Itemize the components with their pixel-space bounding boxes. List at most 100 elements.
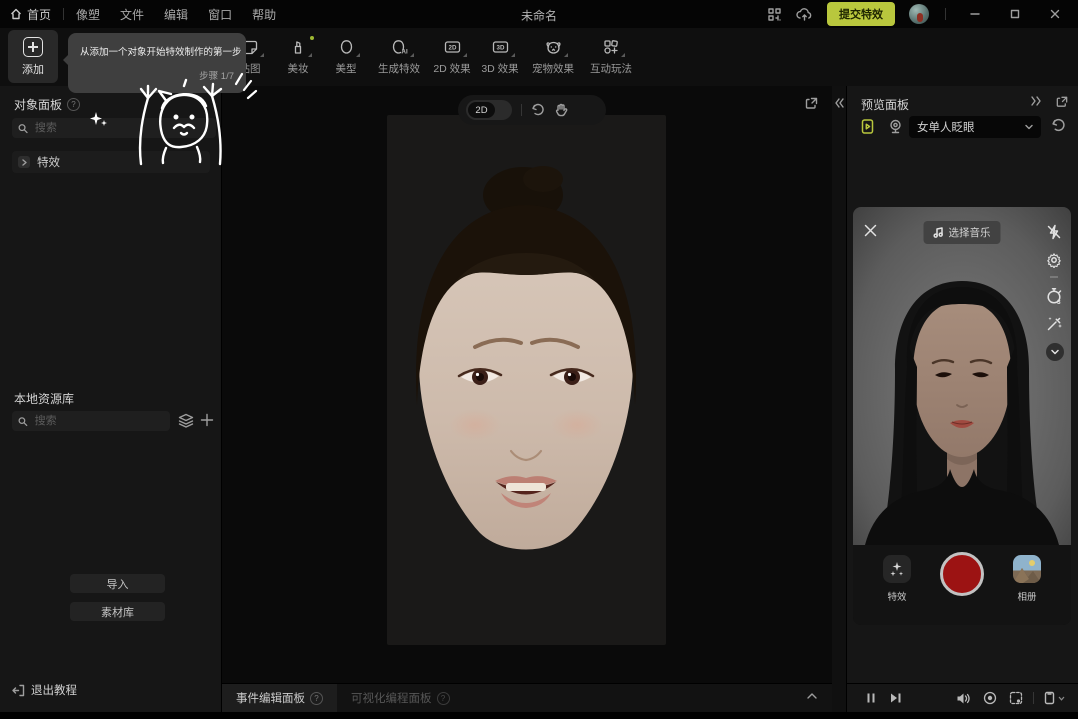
popout-icon[interactable] bbox=[1055, 95, 1069, 109]
effect-item-label: 特效 bbox=[37, 154, 60, 170]
tutorial-tooltip: 从添加一个对象开始特效制作的第一步 步骤 1/7 bbox=[68, 33, 246, 93]
object-search[interactable] bbox=[12, 118, 216, 138]
mode-toggle[interactable]: 2D bbox=[466, 100, 512, 120]
video-source-icon[interactable] bbox=[859, 118, 876, 135]
home-icon bbox=[10, 8, 22, 20]
qr-grid-icon[interactable] bbox=[767, 7, 782, 22]
menu-item[interactable]: 文件 bbox=[120, 6, 144, 23]
preview-collapse-strip[interactable] bbox=[832, 86, 846, 712]
ai-generate-icon: AI bbox=[391, 39, 408, 55]
close-button[interactable] bbox=[1042, 0, 1068, 28]
settings-gear-icon[interactable] bbox=[1046, 252, 1062, 268]
close-icon[interactable] bbox=[863, 223, 878, 238]
face-model bbox=[387, 115, 666, 645]
camera-source-icon[interactable] bbox=[887, 118, 904, 135]
tab-event-editor[interactable]: 事件编辑面板 bbox=[222, 684, 337, 712]
editor-workspace: 2D 事件编辑面板 可视化编程面板 bbox=[222, 86, 832, 712]
menu-item[interactable]: 窗口 bbox=[208, 6, 232, 23]
add-plus-icon[interactable] bbox=[200, 413, 214, 427]
select-music-button[interactable]: 选择音乐 bbox=[924, 221, 1001, 244]
preview-panel-header: 预览面板 bbox=[861, 96, 909, 113]
toolbar-item-makeup[interactable]: 美妆 bbox=[274, 32, 322, 76]
camera-feed bbox=[853, 207, 1071, 545]
object-panel-header: 对象面板 bbox=[14, 96, 80, 113]
object-tree-item-effect[interactable]: 特效 bbox=[12, 151, 210, 173]
maximize-button[interactable] bbox=[1002, 0, 1028, 28]
minimize-button[interactable] bbox=[962, 0, 988, 28]
timer-value: 3 bbox=[1057, 299, 1061, 305]
toolbar-item-face-shape[interactable]: 美型 bbox=[322, 32, 370, 76]
toolbar-item-label: 美型 bbox=[336, 61, 357, 76]
app-window: 首页 像塑 文件 编辑 窗口 帮助 未命名 提交特效 添加 bbox=[0, 0, 1078, 719]
record-dot-icon[interactable] bbox=[983, 691, 997, 705]
screenshot-icon[interactable] bbox=[1009, 691, 1023, 705]
material-library-button[interactable]: 素材库 bbox=[70, 602, 165, 621]
add-object-button[interactable]: 添加 bbox=[8, 30, 58, 83]
layers-icon[interactable] bbox=[178, 413, 194, 428]
next-frame-icon[interactable] bbox=[889, 692, 902, 704]
popout-icon[interactable] bbox=[804, 96, 819, 111]
pan-hand-icon[interactable] bbox=[554, 103, 568, 117]
help-icon[interactable] bbox=[67, 98, 80, 111]
expand-arrow-icon[interactable] bbox=[18, 156, 30, 168]
undo-reset-icon[interactable] bbox=[531, 103, 545, 117]
exit-tutorial-button[interactable]: 退出教程 bbox=[12, 682, 77, 698]
chevron-down-icon bbox=[1058, 696, 1065, 701]
preview-preset-dropdown[interactable]: 女单人眨眼 bbox=[909, 116, 1041, 138]
tab-visual-programming[interactable]: 可视化编程面板 bbox=[337, 684, 464, 712]
library-search-input[interactable] bbox=[33, 414, 164, 428]
pet-effect-icon bbox=[545, 40, 562, 55]
effect-3d-icon: 3D bbox=[492, 40, 509, 54]
album-button[interactable] bbox=[1013, 555, 1041, 583]
scene-canvas[interactable] bbox=[387, 115, 666, 645]
preset-dropdown-value: 女单人眨眼 bbox=[917, 119, 975, 135]
local-library-title: 本地资源库 bbox=[14, 390, 74, 407]
record-button[interactable] bbox=[940, 552, 984, 596]
library-search[interactable] bbox=[12, 411, 170, 431]
window-bottom-edge bbox=[0, 712, 1078, 719]
sparkles-icon bbox=[889, 561, 905, 577]
toolbar-item-pet-effect[interactable]: 宠物效果 bbox=[524, 32, 582, 76]
select-music-label: 选择音乐 bbox=[949, 225, 991, 240]
toolbar-item-3d-effect[interactable]: 3D 3D 效果 bbox=[476, 32, 524, 76]
flash-off-icon[interactable] bbox=[1046, 224, 1062, 240]
beautify-wand-icon[interactable] bbox=[1046, 315, 1063, 332]
help-icon[interactable] bbox=[310, 692, 323, 705]
new-badge bbox=[310, 36, 314, 40]
object-search-input[interactable] bbox=[33, 121, 210, 135]
volume-icon[interactable] bbox=[956, 692, 971, 705]
menu-item[interactable]: 像塑 bbox=[76, 6, 100, 23]
timer-icon[interactable]: 3 bbox=[1046, 287, 1063, 305]
home-button[interactable]: 首页 bbox=[10, 6, 51, 23]
toolbar-item-2d-effect[interactable]: 2D 2D 效果 bbox=[428, 32, 476, 76]
chevrons-right-icon[interactable] bbox=[1031, 96, 1042, 106]
titlebar-actions: 提交特效 bbox=[767, 0, 1078, 28]
exit-tutorial-label: 退出教程 bbox=[31, 682, 77, 698]
search-icon bbox=[18, 123, 28, 134]
2d-icon-text: 2D bbox=[448, 44, 456, 51]
chevron-up-icon[interactable] bbox=[806, 690, 818, 702]
chevron-down-icon[interactable] bbox=[1046, 343, 1064, 361]
device-selector[interactable] bbox=[1044, 691, 1065, 705]
local-library-header: 本地资源库 bbox=[14, 390, 74, 407]
toolbar-item-label: 生成特效 bbox=[378, 61, 420, 76]
exit-door-icon bbox=[12, 684, 25, 697]
menu-item[interactable]: 编辑 bbox=[164, 6, 188, 23]
help-icon[interactable] bbox=[437, 692, 450, 705]
toolbar-item-interactive[interactable]: 互动玩法 bbox=[582, 32, 640, 76]
user-avatar[interactable] bbox=[909, 4, 929, 24]
preview-panel-title: 预览面板 bbox=[861, 96, 909, 113]
reset-icon[interactable] bbox=[1051, 118, 1066, 133]
cloud-upload-icon[interactable] bbox=[796, 7, 813, 22]
camera-preview: 选择音乐 3 特效 相册 bbox=[853, 207, 1071, 625]
toolbar-item-ai-generate[interactable]: AI 生成特效 bbox=[370, 32, 428, 76]
submit-effect-button[interactable]: 提交特效 bbox=[827, 2, 895, 26]
menu-bar: 像塑 文件 编辑 窗口 帮助 bbox=[76, 6, 276, 23]
effects-label: 特效 bbox=[883, 589, 911, 603]
menu-item[interactable]: 帮助 bbox=[252, 6, 276, 23]
import-button[interactable]: 导入 bbox=[70, 574, 165, 593]
chevrons-left-icon bbox=[835, 98, 844, 108]
effects-button[interactable] bbox=[883, 555, 911, 583]
search-icon bbox=[18, 416, 28, 427]
pause-icon[interactable] bbox=[865, 692, 877, 704]
